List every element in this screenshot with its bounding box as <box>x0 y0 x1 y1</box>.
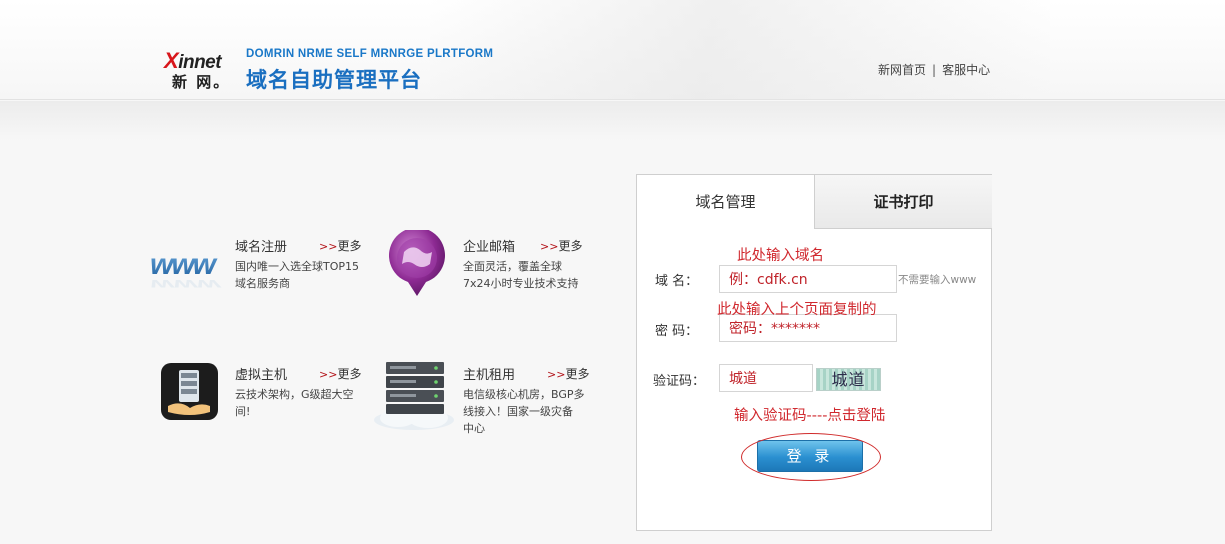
tab-certificate-print[interactable]: 证书打印 <box>814 175 992 229</box>
password-label: 密 码： <box>655 324 699 339</box>
password-annotation: 此处输入上个页面复制的 <box>717 302 877 318</box>
more-link[interactable]: >>更多 <box>547 365 589 382</box>
more-link[interactable]: >>更多 <box>319 237 361 254</box>
header-shadow <box>0 101 1225 141</box>
service-description: 全面灵活，覆盖全球 7x24小时专业技术支持 <box>463 260 579 290</box>
platform-title: 域名自助管理平台 <box>246 68 422 92</box>
xinnet-logo[interactable]: Xinnet 新 网。 <box>160 48 240 92</box>
captcha-label: 验证码： <box>653 374 706 389</box>
nav-separator: | <box>932 63 937 77</box>
service-description: 国内唯一入选全球TOP15 域名服务商 <box>235 260 360 290</box>
captcha-image[interactable]: 城道 <box>816 368 881 391</box>
domain-input[interactable] <box>719 265 897 293</box>
server-rack-icon <box>374 362 454 430</box>
domain-label: 域 名： <box>655 274 699 289</box>
tab-domain-management[interactable]: 域名管理 <box>637 175 814 229</box>
svg-text:www: www <box>150 248 218 281</box>
service-description: 云技术架构，G级超大空 间! <box>235 388 354 418</box>
service-title[interactable]: 域名注册 <box>235 236 287 255</box>
customer-service-link[interactable]: 客服中心 <box>942 63 990 77</box>
svg-text:www: www <box>150 277 222 292</box>
service-title[interactable]: 企业邮箱 <box>463 236 515 255</box>
www-icon: www www <box>150 248 222 292</box>
service-description: 电信级核心机房，BGP多 线接入！国家一级灾备 中心 <box>463 388 585 435</box>
service-title[interactable]: 虚拟主机 <box>235 364 287 383</box>
top-nav: 新网首页 | 客服中心 <box>878 61 990 78</box>
captcha-annotation: 输入验证码----点击登陆 <box>734 408 886 424</box>
platform-subtitle-en: DOMRIN NRME SELF MRNRGE PLRTFORM <box>246 48 494 60</box>
home-link[interactable]: 新网首页 <box>878 63 926 77</box>
captcha-input[interactable] <box>719 364 813 392</box>
login-button[interactable]: 登 录 <box>757 440 863 472</box>
logo-chinese: 新 网。 <box>172 73 231 91</box>
page-header: Xinnet 新 网。 DOMRIN NRME SELF MRNRGE PLRT… <box>0 0 1225 100</box>
more-link[interactable]: >>更多 <box>540 237 582 254</box>
domain-hint: 不需要输入www <box>898 274 977 286</box>
virtual-host-icon <box>161 363 218 420</box>
header-decoration <box>430 0 1050 100</box>
more-link[interactable]: >>更多 <box>319 365 361 382</box>
login-panel: 域名管理 证书打印 域 名： 不需要输入www 密 码： 验证码： 城道 此处输… <box>636 174 992 531</box>
domain-annotation: 此处输入域名 <box>737 248 824 264</box>
mail-globe-icon <box>389 230 445 296</box>
service-title[interactable]: 主机租用 <box>463 364 515 383</box>
